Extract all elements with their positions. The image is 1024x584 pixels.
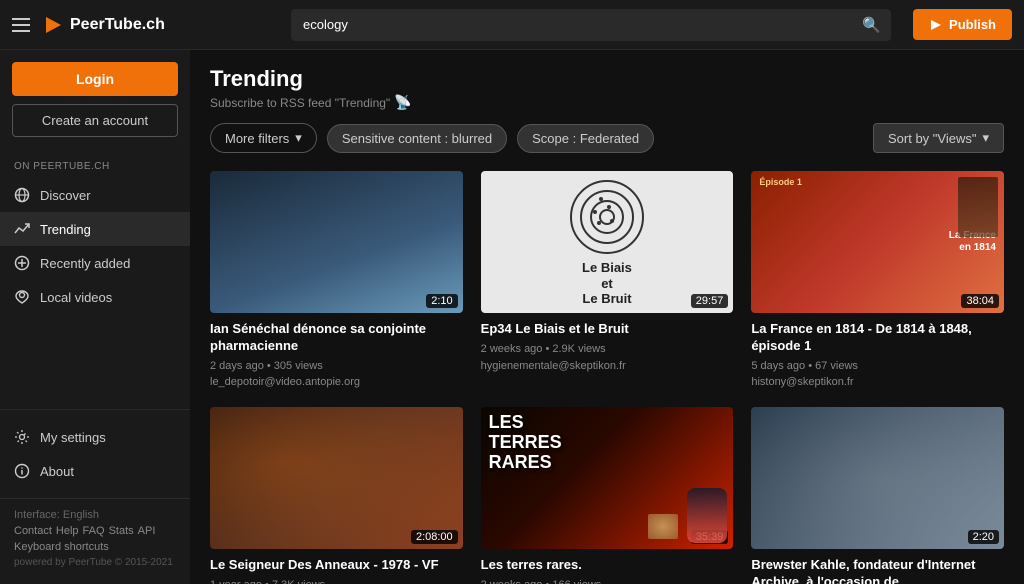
- search-input[interactable]: [291, 10, 852, 39]
- sidebar-label-trending: Trending: [40, 222, 91, 237]
- video-title-4: Le Seigneur Des Anneaux - 1978 - VF: [210, 557, 463, 574]
- video-duration-2: 29:57: [691, 294, 729, 308]
- powered-by: powered by PeerTube © 2015-2021: [14, 557, 176, 568]
- video-duration-4: 2:08:00: [411, 530, 458, 544]
- sidebar-label-about: About: [40, 464, 74, 479]
- scope-filter[interactable]: Scope : Federated: [517, 124, 654, 153]
- globe-icon: [14, 187, 30, 203]
- footer-help[interactable]: Help: [56, 525, 79, 537]
- video-title-1: Ian Sénéchal dénonce sa conjointe pharma…: [210, 321, 463, 355]
- video-thumb-2: Le BiaisetLe Bruit 29:57: [481, 171, 734, 313]
- info-icon: [14, 463, 30, 479]
- logo-icon: [42, 14, 64, 36]
- sidebar-label-settings: My settings: [40, 430, 106, 445]
- interface-label: Interface: English: [14, 509, 176, 521]
- hamburger-menu[interactable]: [12, 18, 30, 32]
- footer-api[interactable]: API: [138, 525, 156, 537]
- video-card-4[interactable]: 2:08:00 Le Seigneur Des Anneaux - 1978 -…: [210, 407, 463, 584]
- video-meta-3: 5 days ago • 67 views histony@skeptikon.…: [751, 358, 1004, 391]
- sort-chevron-icon: ▾: [982, 130, 989, 146]
- sidebar-item-discover[interactable]: Discover: [0, 178, 190, 212]
- sidebar: Login Create an account ON PEERTUBE.CH D…: [0, 50, 190, 584]
- logo: PeerTube.ch: [42, 14, 165, 36]
- page-title: Trending: [210, 66, 1004, 92]
- rss-icon: 📡: [394, 94, 411, 111]
- sidebar-label-recently-added: Recently added: [40, 256, 130, 271]
- rss-text: Subscribe to RSS feed "Trending": [210, 96, 390, 110]
- video-thumb-5: LESTERRESRARES 35:39: [481, 407, 734, 549]
- footer-faq[interactable]: FAQ: [83, 525, 105, 537]
- search-button[interactable]: 🔍: [852, 9, 891, 41]
- rss-line: Subscribe to RSS feed "Trending" 📡: [210, 94, 1004, 111]
- video-title-5: Les terres rares.: [481, 557, 734, 574]
- video-duration-1: 2:10: [426, 294, 457, 308]
- create-account-button[interactable]: Create an account: [12, 104, 178, 137]
- video-card-5[interactable]: LESTERRESRARES 35:39 Les terres rares. 2…: [481, 407, 734, 584]
- video-title-2: Ep34 Le Biais et le Bruit: [481, 321, 734, 338]
- video-thumb-4: 2:08:00: [210, 407, 463, 549]
- sidebar-label-discover: Discover: [40, 188, 91, 203]
- video-duration-6: 2:20: [968, 530, 999, 544]
- chevron-down-icon: ▾: [295, 130, 302, 146]
- publish-button[interactable]: Publish: [913, 9, 1012, 40]
- content-area: Trending Subscribe to RSS feed "Trending…: [190, 50, 1024, 584]
- publish-icon: [929, 18, 943, 32]
- sidebar-auth: Login Create an account: [0, 62, 190, 151]
- video-meta-2: 2 weeks ago • 2.9K views hygienementale@…: [481, 341, 734, 374]
- sort-button[interactable]: Sort by "Views" ▾: [873, 123, 1004, 153]
- trending-icon: [14, 221, 30, 237]
- video-card-3[interactable]: Épisode 1 La Franceen 1814 38:04 La Fran…: [751, 171, 1004, 391]
- sidebar-item-recently-added[interactable]: Recently added: [0, 246, 190, 280]
- settings-icon: [14, 429, 30, 445]
- footer-stats[interactable]: Stats: [109, 525, 134, 537]
- video-card-2[interactable]: Le BiaisetLe Bruit 29:57 Ep34 Le Biais e…: [481, 171, 734, 391]
- sidebar-item-settings[interactable]: My settings: [14, 420, 176, 454]
- video-card-1[interactable]: 2:10 Ian Sénéchal dénonce sa conjointe p…: [210, 171, 463, 391]
- filters-bar: More filters ▾ Sensitive content : blurr…: [210, 123, 1004, 153]
- sidebar-footer: Interface: English Contact Help FAQ Stat…: [0, 498, 190, 572]
- video-meta-5: 2 weeks ago • 166 views: [481, 577, 734, 584]
- login-button[interactable]: Login: [12, 62, 178, 96]
- topbar: PeerTube.ch 🔍 Publish: [0, 0, 1024, 50]
- sidebar-item-local-videos[interactable]: Local videos: [0, 280, 190, 314]
- sidebar-item-about[interactable]: About: [14, 454, 176, 488]
- main-layout: Login Create an account ON PEERTUBE.CH D…: [0, 50, 1024, 584]
- page-header: Trending Subscribe to RSS feed "Trending…: [210, 66, 1004, 111]
- search-bar: 🔍: [291, 9, 891, 41]
- sidebar-section-label: ON PEERTUBE.CH: [0, 151, 190, 178]
- video-card-6[interactable]: 2:20 Brewster Kahle, fondateur d'Interne…: [751, 407, 1004, 584]
- keyboard-shortcuts[interactable]: Keyboard shortcuts: [14, 541, 176, 553]
- location-icon: [14, 289, 30, 305]
- video-meta-4: 1 year ago • 7.3K views: [210, 577, 463, 584]
- video-thumb-6: 2:20: [751, 407, 1004, 549]
- sidebar-bottom: My settings About: [0, 409, 190, 498]
- video-meta-1: 2 days ago • 305 views le_depotoir@video…: [210, 358, 463, 391]
- plus-circle-icon: [14, 255, 30, 271]
- sidebar-label-local-videos: Local videos: [40, 290, 112, 305]
- video-thumb-1: 2:10: [210, 171, 463, 313]
- video-grid: 2:10 Ian Sénéchal dénonce sa conjointe p…: [210, 171, 1004, 584]
- video-duration-3: 38:04: [961, 294, 999, 308]
- video-title-3: La France en 1814 - De 1814 à 1848, épis…: [751, 321, 1004, 355]
- sensitive-content-filter[interactable]: Sensitive content : blurred: [327, 124, 507, 153]
- video-title-6: Brewster Kahle, fondateur d'Internet Arc…: [751, 557, 1004, 584]
- footer-links: Contact Help FAQ Stats API: [14, 525, 176, 537]
- video-thumb-3: Épisode 1 La Franceen 1814 38:04: [751, 171, 1004, 313]
- footer-contact[interactable]: Contact: [14, 525, 52, 537]
- logo-text: PeerTube.ch: [70, 16, 165, 34]
- sidebar-item-trending[interactable]: Trending: [0, 212, 190, 246]
- more-filters-button[interactable]: More filters ▾: [210, 123, 317, 153]
